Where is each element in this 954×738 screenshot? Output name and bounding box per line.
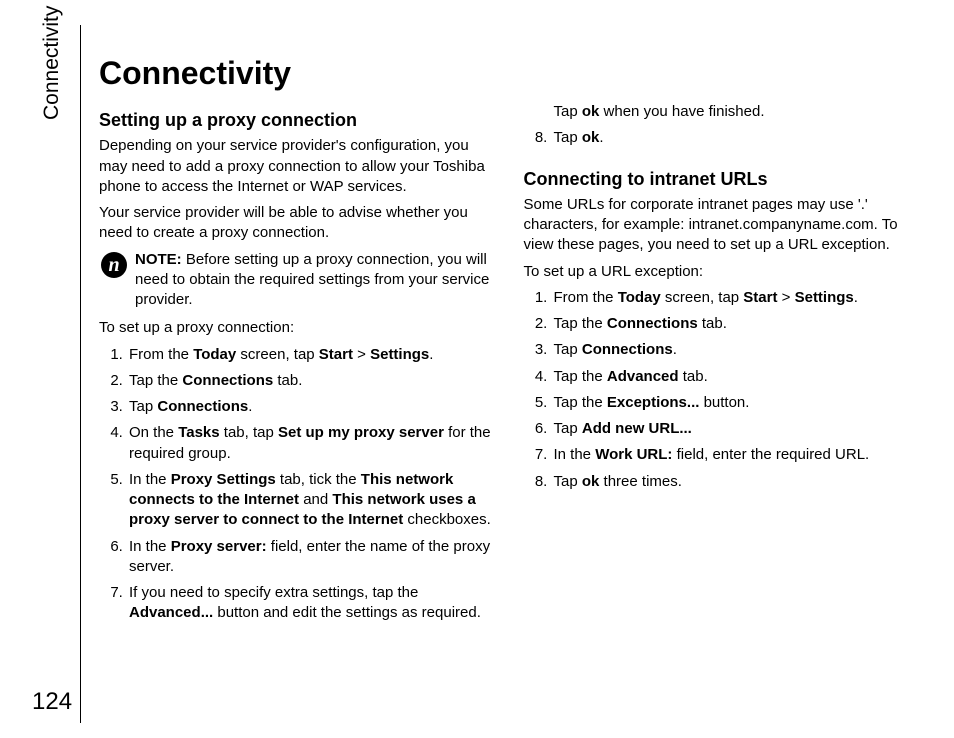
subheading-proxy: Setting up a proxy connection [99,108,500,132]
page-number: 124 [32,688,72,716]
proxy-steps-list-cont: Tap ok. [524,128,925,148]
proxy-step-2: Tap the Connections tab. [127,371,500,391]
proxy-step-7-continued: Tap ok when you have finished. [524,102,925,122]
intranet-step-8: Tap ok three times. [552,472,925,492]
subheading-intranet: Connecting to intranet URLs [524,167,925,191]
intranet-intro: Some URLs for corporate intranet pages m… [524,195,925,256]
content-area: Connectivity Setting up a proxy connecti… [81,25,924,723]
intranet-step-7: In the Work URL: field, enter the requir… [552,445,925,465]
intranet-step-1: From the Today screen, tap Start > Setti… [552,288,925,308]
proxy-step-7: If you need to specify extra settings, t… [127,583,500,624]
proxy-list-lead: To set up a proxy connection: [99,318,500,338]
proxy-step-3: Tap Connections. [127,397,500,417]
right-column: Tap ok when you have finished. Tap ok. C… [524,102,925,723]
note-body: Before setting up a proxy connection, yo… [135,251,489,309]
note-text: NOTE: Before setting up a proxy connecti… [135,250,500,311]
proxy-step-1: From the Today screen, tap Start > Setti… [127,345,500,365]
note-block: n NOTE: Before setting up a proxy connec… [99,250,500,311]
intranet-list-lead: To set up a URL exception: [524,262,925,282]
proxy-step-8: Tap ok. [552,128,925,148]
intro-paragraph-1: Depending on your service provider's con… [99,136,500,197]
intranet-step-5: Tap the Exceptions... button. [552,393,925,413]
proxy-step-6: In the Proxy server: field, enter the na… [127,537,500,578]
page-title: Connectivity [99,55,924,92]
intranet-step-4: Tap the Advanced tab. [552,367,925,387]
intranet-step-6: Tap Add new URL... [552,419,925,439]
left-column: Setting up a proxy connection Depending … [99,102,500,723]
intranet-step-2: Tap the Connections tab. [552,314,925,334]
intranet-step-3: Tap Connections. [552,340,925,360]
note-label: NOTE: [135,251,182,268]
proxy-step-4: On the Tasks tab, tap Set up my proxy se… [127,423,500,464]
sidebar-section-label: Connectivity [40,6,64,120]
note-icon: n [101,252,127,278]
page-frame: Connectivity Setting up a proxy connecti… [80,25,924,723]
two-column-layout: Setting up a proxy connection Depending … [99,102,924,723]
intro-paragraph-2: Your service provider will be able to ad… [99,203,500,244]
proxy-steps-list: From the Today screen, tap Start > Setti… [99,345,500,624]
proxy-step-5: In the Proxy Settings tab, tick the This… [127,470,500,531]
intranet-steps-list: From the Today screen, tap Start > Setti… [524,288,925,492]
